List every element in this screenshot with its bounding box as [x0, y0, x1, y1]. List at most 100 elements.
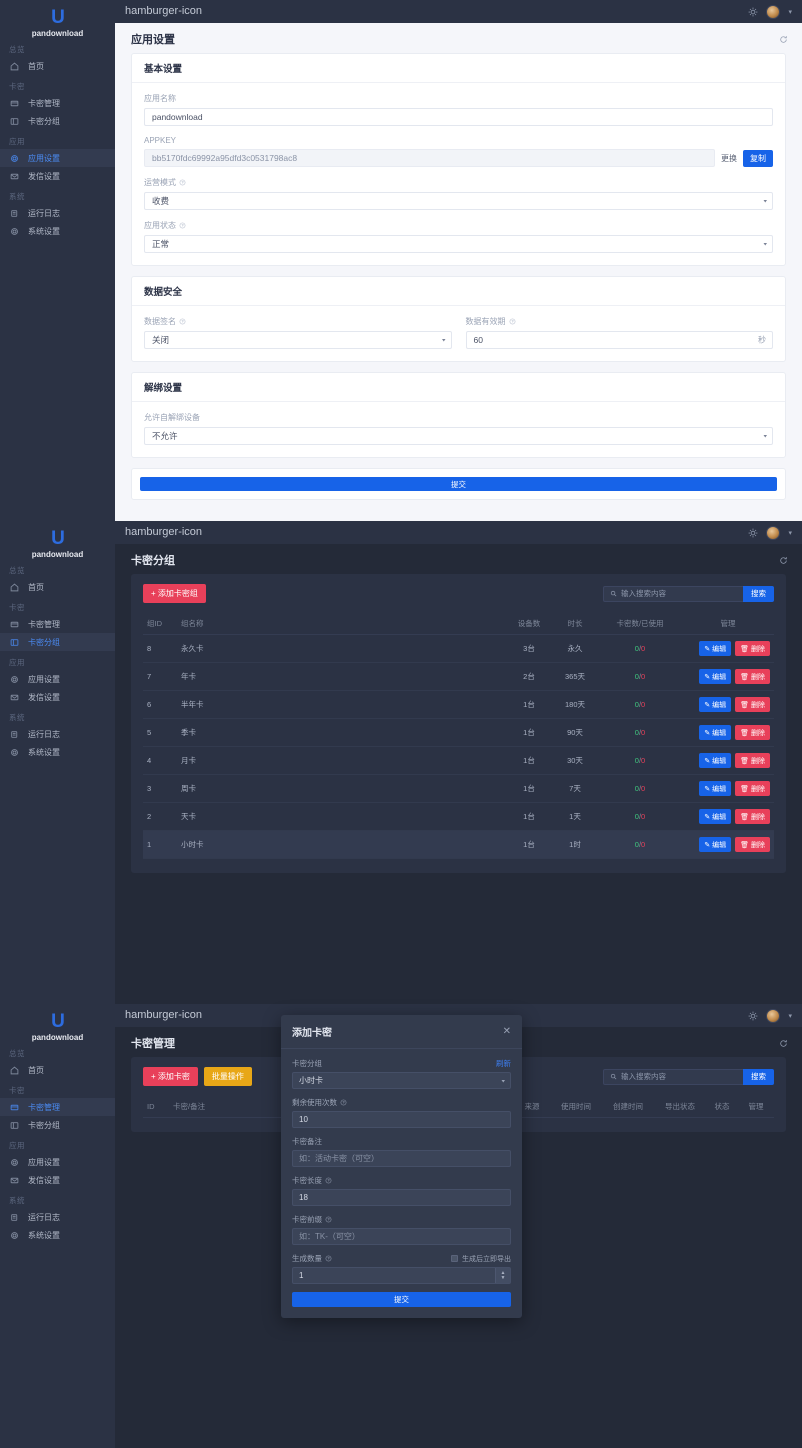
refresh-icon[interactable]	[779, 35, 788, 44]
data-signature-select[interactable]: 关闭	[144, 331, 452, 349]
batch-operation-button[interactable]: 批量操作	[204, 1067, 252, 1086]
delete-button[interactable]: 🗑 删除	[735, 697, 770, 712]
delete-button[interactable]: 🗑 删除	[735, 725, 770, 740]
quantity-stepper[interactable]: ▲▼	[495, 1268, 510, 1283]
app-status-select[interactable]: 正常	[144, 235, 773, 253]
avatar[interactable]	[766, 5, 780, 19]
table-row[interactable]: 5季卡1台90天0/0✎ 编辑🗑 删除	[143, 719, 774, 747]
card-length-input[interactable]: 18	[292, 1189, 511, 1206]
refresh-icon[interactable]	[779, 1039, 788, 1048]
edit-button[interactable]: ✎ 编辑	[699, 669, 731, 684]
hamburger-icon[interactable]: hamburger-icon	[125, 527, 202, 538]
sidebar-item-run-log[interactable]: 运行日志	[0, 204, 115, 222]
help-icon[interactable]	[179, 318, 186, 325]
delete-button[interactable]: 🗑 删除	[735, 641, 770, 656]
chevron-down-icon[interactable]: ▾	[788, 1012, 792, 1020]
replace-appkey-button[interactable]: 更换	[721, 153, 737, 164]
sidebar-item-card-management[interactable]: 卡密管理	[0, 94, 115, 112]
sidebar-item-home[interactable]: 首页	[0, 578, 115, 596]
cards-search-input[interactable]: 输入搜索内容	[603, 1069, 743, 1085]
sidebar-item-mail-settings[interactable]: 发信设置	[0, 1171, 115, 1189]
app-name-input[interactable]: pandownload	[144, 108, 773, 126]
table-row[interactable]: 1小时卡1台1时0/0✎ 编辑🗑 删除	[143, 831, 774, 859]
sun-icon[interactable]	[748, 528, 758, 538]
cards-search-button[interactable]: 搜索	[743, 1069, 774, 1085]
delete-button[interactable]: 🗑 删除	[735, 669, 770, 684]
sidebar-item-system-settings[interactable]: 系统设置	[0, 1226, 115, 1244]
sidebar-item-card-management[interactable]: 卡密管理	[0, 1098, 115, 1116]
operation-mode-select[interactable]: 收费	[144, 192, 773, 210]
cell-card-count: 0/0	[598, 691, 682, 719]
sidebar-item-app-settings[interactable]: 应用设置	[0, 149, 115, 167]
help-icon[interactable]	[179, 179, 186, 186]
hamburger-icon[interactable]: hamburger-icon	[125, 6, 202, 17]
edit-button[interactable]: ✎ 编辑	[699, 781, 731, 796]
panel-app-settings: U pandownload 总览 首页 卡密 卡密管理 卡密分组 应用	[0, 0, 802, 521]
remaining-uses-input[interactable]: 10	[292, 1111, 511, 1128]
edit-button[interactable]: ✎ 编辑	[699, 837, 731, 852]
sidebar-item-run-log[interactable]: 运行日志	[0, 725, 115, 743]
copy-appkey-button[interactable]: 复制	[743, 150, 773, 167]
groups-search-input[interactable]: 输入搜索内容	[603, 586, 743, 602]
delete-button[interactable]: 🗑 删除	[735, 781, 770, 796]
card-prefix-input[interactable]: 如：TK-（可空）	[292, 1228, 511, 1245]
sidebar-item-system-settings[interactable]: 系统设置	[0, 222, 115, 240]
help-icon[interactable]	[509, 318, 516, 325]
sidebar-item-mail-settings[interactable]: 发信设置	[0, 688, 115, 706]
sidebar-item-card-groups[interactable]: 卡密分组	[0, 112, 115, 130]
sun-icon[interactable]	[748, 7, 758, 17]
table-row[interactable]: 3周卡1台7天0/0✎ 编辑🗑 删除	[143, 775, 774, 803]
delete-button[interactable]: 🗑 删除	[735, 809, 770, 824]
generate-qty-input[interactable]: 1	[292, 1267, 511, 1284]
modal-submit-button[interactable]: 提交	[292, 1292, 511, 1307]
data-expire-input[interactable]: 60	[466, 331, 774, 349]
chevron-down-icon[interactable]: ▾	[788, 529, 792, 537]
delete-button[interactable]: 🗑 删除	[735, 753, 770, 768]
add-card-group-button[interactable]: + 添加卡密组	[143, 584, 206, 603]
table-row[interactable]: 4月卡1台30天0/0✎ 编辑🗑 删除	[143, 747, 774, 775]
export-after-generate-checkbox[interactable]	[451, 1255, 458, 1262]
table-row[interactable]: 7年卡2台365天0/0✎ 编辑🗑 删除	[143, 663, 774, 691]
card-remark-input[interactable]: 如：活动卡密（可空）	[292, 1150, 511, 1167]
sun-icon[interactable]	[748, 1011, 758, 1021]
sidebar-item-home[interactable]: 首页	[0, 57, 115, 75]
sidebar-item-run-log[interactable]: 运行日志	[0, 1208, 115, 1226]
avatar[interactable]	[766, 526, 780, 540]
edit-button[interactable]: ✎ 编辑	[699, 809, 731, 824]
hamburger-icon[interactable]: hamburger-icon	[125, 1010, 202, 1021]
sidebar-item-system-settings[interactable]: 系统设置	[0, 743, 115, 761]
refresh-icon[interactable]	[779, 556, 788, 565]
sidebar-item-app-settings[interactable]: 应用设置	[0, 670, 115, 688]
help-icon[interactable]	[179, 222, 186, 229]
submit-button[interactable]: 提交	[140, 477, 777, 491]
delete-button[interactable]: 🗑 删除	[735, 837, 770, 852]
groups-search-button[interactable]: 搜索	[743, 586, 774, 602]
card-group-select[interactable]: 小时卡	[292, 1072, 511, 1089]
add-card-button[interactable]: + 添加卡密	[143, 1067, 198, 1086]
sidebar-item-card-management[interactable]: 卡密管理	[0, 615, 115, 633]
refresh-groups-link[interactable]: 刷新	[496, 1058, 511, 1069]
edit-button[interactable]: ✎ 编辑	[699, 753, 731, 768]
sidebar-item-card-groups[interactable]: 卡密分组	[0, 633, 115, 651]
table-row[interactable]: 2天卡1台1天0/0✎ 编辑🗑 删除	[143, 803, 774, 831]
sidebar-item-card-groups[interactable]: 卡密分组	[0, 1116, 115, 1134]
chevron-down-icon[interactable]: ▾	[788, 8, 792, 16]
field-operation-mode: 运营模式 收费	[144, 177, 773, 210]
edit-button[interactable]: ✎ 编辑	[699, 697, 731, 712]
sidebar-item-home[interactable]: 首页	[0, 1061, 115, 1079]
edit-button[interactable]: ✎ 编辑	[699, 725, 731, 740]
help-icon[interactable]	[325, 1216, 332, 1223]
field-allow-unbind: 允许自解绑设备 不允许	[144, 412, 773, 445]
edit-button[interactable]: ✎ 编辑	[699, 641, 731, 656]
th-group-name: 组名称	[177, 613, 506, 635]
avatar[interactable]	[766, 1009, 780, 1023]
sidebar-item-app-settings[interactable]: 应用设置	[0, 1153, 115, 1171]
sidebar-item-mail-settings[interactable]: 发信设置	[0, 167, 115, 185]
help-icon[interactable]	[325, 1177, 332, 1184]
close-icon[interactable]: ✕	[503, 1027, 511, 1037]
table-row[interactable]: 8永久卡3台永久0/0✎ 编辑🗑 删除	[143, 635, 774, 663]
help-icon[interactable]	[325, 1255, 332, 1262]
allow-unbind-select[interactable]: 不允许	[144, 427, 773, 445]
table-row[interactable]: 6半年卡1台180天0/0✎ 编辑🗑 删除	[143, 691, 774, 719]
help-icon[interactable]	[340, 1099, 347, 1106]
